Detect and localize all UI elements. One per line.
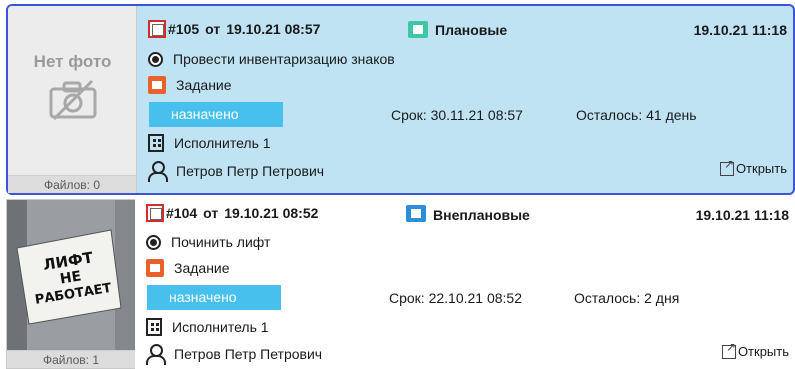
task-kind: Задание	[176, 77, 232, 93]
external-link-icon	[721, 340, 736, 359]
executor-name: Исполнитель 1	[174, 135, 271, 151]
planned-type-icon	[408, 21, 428, 38]
task-icon	[148, 76, 166, 94]
person-name: Петров Петр Петрович	[176, 163, 325, 179]
task-kind-row: Задание	[148, 76, 232, 94]
type-label: Плановые	[435, 22, 508, 38]
card-header: #105 от 19.10.21 08:57	[148, 20, 320, 38]
task-title-row: Провести инвентаризацию знаков	[148, 51, 395, 67]
task-kind: Задание	[174, 260, 230, 276]
person-name: Петров Петр Петрович	[174, 346, 323, 362]
no-camera-icon	[49, 79, 97, 121]
deadline-text: Срок: 30.11.21 08:57	[391, 107, 523, 123]
from-label: от	[203, 205, 219, 221]
person-icon	[146, 344, 166, 365]
building-icon	[148, 134, 164, 152]
deadline-text: Срок: 22.10.21 08:52	[389, 290, 523, 306]
task-title: Провести инвентаризацию знаков	[173, 51, 395, 67]
updated-date: 19.10.21 11:18	[693, 22, 787, 38]
external-link-icon	[719, 157, 734, 176]
task-number: #104	[166, 205, 198, 221]
type-label: Внеплановые	[433, 207, 530, 223]
task-kind-row: Задание	[146, 259, 230, 277]
select-checkbox[interactable]	[146, 204, 164, 222]
elevator-photo: ЛИФТ НЕ РАБОТАЕТ	[7, 200, 135, 352]
task-icon	[146, 259, 164, 277]
remaining-text: Осталось: 2 дня	[574, 290, 680, 306]
open-label: Открыть	[735, 161, 787, 176]
radio-icon	[148, 51, 163, 67]
task-number: #105	[168, 21, 200, 37]
radio-icon	[146, 234, 161, 250]
created-date: 19.10.21 08:57	[226, 21, 321, 37]
no-photo-label: Нет фото	[33, 52, 112, 71]
sign-line-2: НЕ	[59, 268, 83, 287]
task-title: Починить лифт	[171, 234, 271, 250]
open-link[interactable]: Открыть	[719, 157, 787, 176]
updated-date: 19.10.21 11:18	[695, 207, 789, 223]
photo-thumbnail[interactable]: ЛИФТ НЕ РАБОТАЕТ Файлов: 1	[6, 199, 135, 369]
building-icon	[146, 318, 162, 336]
executor-row: Исполнитель 1	[148, 134, 271, 152]
remaining-text: Осталось: 41 день	[576, 107, 697, 123]
executor-name: Исполнитель 1	[172, 319, 269, 335]
files-count: Файлов: 0	[8, 175, 136, 193]
status-badge: назначено	[147, 285, 281, 310]
open-link[interactable]: Открыть	[721, 340, 789, 359]
elevator-sign-image: ЛИФТ НЕ РАБОТАЕТ	[7, 200, 135, 352]
photo-placeholder: Нет фото Файлов: 0	[8, 6, 137, 193]
select-checkbox[interactable]	[148, 20, 166, 38]
files-count: Файлов: 1	[7, 350, 135, 368]
task-card[interactable]: Нет фото Файлов: 0 #105 от 19.10.21 08:5…	[6, 4, 795, 195]
unplanned-type-icon	[406, 205, 426, 222]
card-header: #104 от 19.10.21 08:52	[146, 204, 318, 222]
open-label: Открыть	[737, 344, 789, 359]
person-icon	[148, 161, 168, 182]
status-badge: назначено	[149, 102, 283, 127]
person-row: Петров Петр Петрович	[146, 344, 323, 365]
person-row: Петров Петр Петрович	[148, 161, 325, 182]
from-label: от	[205, 21, 221, 37]
executor-row: Исполнитель 1	[146, 318, 269, 336]
created-date: 19.10.21 08:52	[224, 205, 319, 221]
task-card[interactable]: ЛИФТ НЕ РАБОТАЕТ Файлов: 1 #104 от 19.10…	[6, 199, 795, 369]
task-title-row: Починить лифт	[146, 234, 270, 250]
